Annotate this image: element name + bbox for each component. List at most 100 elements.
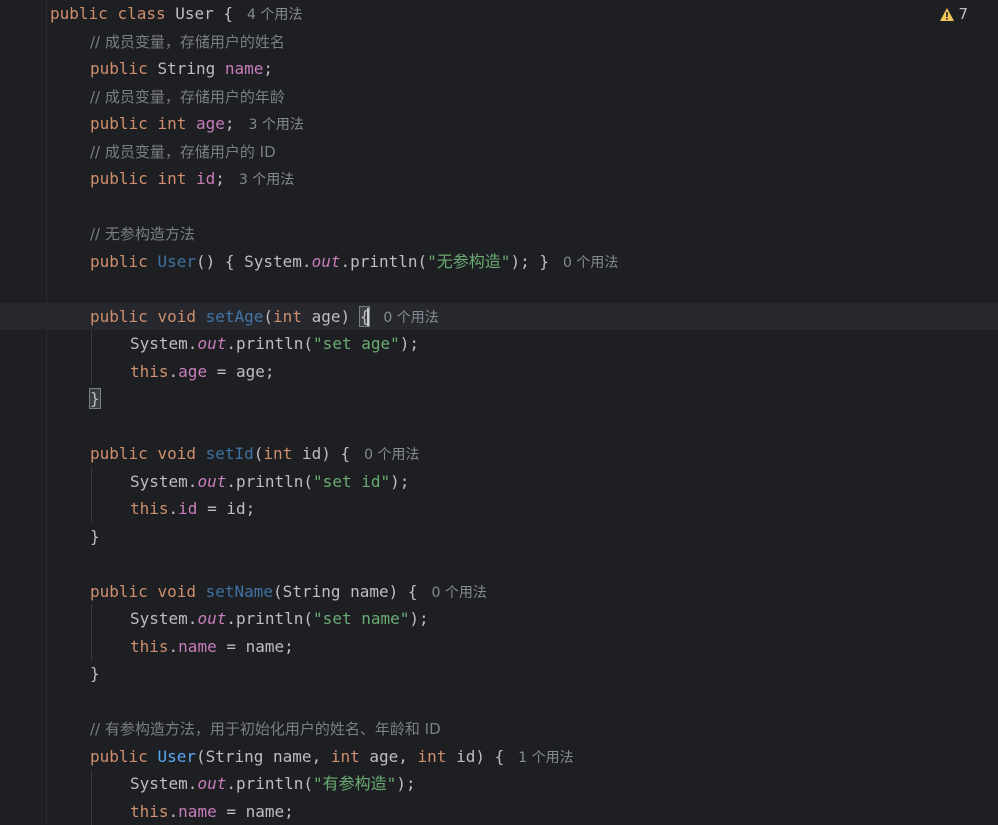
code-editor[interactable]: public class User {4 个用法 // 成员变量，存储用户的姓名 p… [0, 0, 998, 824]
code-text: // 成员变量，存储用户的姓名 [90, 28, 285, 56]
usages-hint[interactable]: 3 个用法 [239, 172, 294, 188]
usages-hint[interactable]: 0 个用法 [383, 310, 438, 326]
code-text: } [90, 385, 100, 413]
usages-hint[interactable]: 0 个用法 [364, 447, 419, 463]
code-line[interactable]: this.id = id; [0, 495, 998, 523]
code-token: User [175, 4, 223, 23]
code-line[interactable]: public User() { System.out.println("无参构造… [0, 248, 998, 276]
code-token: age [178, 362, 207, 381]
code-line[interactable]: } [0, 660, 998, 688]
code-token: . [169, 499, 179, 518]
code-token: public [50, 4, 117, 23]
code-text: // 成员变量，存储用户的 ID [90, 138, 276, 166]
code-token: int [331, 747, 370, 766]
code-line[interactable]: System.out.println("set age"); [0, 330, 998, 358]
code-line[interactable]: public int id;3 个用法 [0, 165, 998, 193]
code-text: this.name = name; [130, 633, 294, 661]
code-token: id [178, 499, 197, 518]
code-text: public User() { System.out.println("无参构造… [90, 248, 618, 276]
indent-guide [91, 468, 92, 523]
code-line[interactable]: // 成员变量，存储用户的 ID [0, 138, 998, 166]
code-line[interactable]: public void setAge(int age) {0 个用法 [0, 303, 998, 331]
code-token: "有参构造" [313, 774, 396, 793]
code-line[interactable]: } [0, 385, 998, 413]
code-token: name [178, 802, 217, 821]
code-token: age) [312, 307, 360, 326]
code-line[interactable]: public void setName(String name) {0 个用法 [0, 578, 998, 606]
code-text: System.out.println("set age"); [130, 330, 419, 358]
code-token: .println( [340, 252, 427, 271]
code-line[interactable]: public User(String name, int age, int id… [0, 743, 998, 771]
code-line[interactable]: // 成员变量，存储用户的姓名 [0, 28, 998, 56]
code-line[interactable]: this.name = name; [0, 633, 998, 661]
code-token: ; [225, 114, 235, 133]
code-line[interactable]: public class User {4 个用法 [0, 0, 998, 28]
code-token: = name; [217, 637, 294, 656]
code-text: this.age = age; [130, 358, 275, 386]
code-token: System. [130, 334, 197, 353]
code-token: int [273, 307, 312, 326]
code-token: ); [400, 334, 419, 353]
code-line[interactable]: // 成员变量，存储用户的年龄 [0, 83, 998, 111]
code-line[interactable]: System.out.println("有参构造"); [0, 770, 998, 798]
code-token: out [197, 774, 226, 793]
code-line[interactable] [0, 193, 998, 221]
code-token: public [90, 114, 157, 133]
code-text: } [90, 660, 100, 688]
code-token: this [130, 362, 169, 381]
code-token: System. [130, 609, 197, 628]
code-text: public void setId(int id) {0 个用法 [90, 440, 419, 468]
code-token: // 成员变量，存储用户的姓名 [90, 33, 285, 51]
code-token: "set age" [313, 334, 400, 353]
code-token: User [157, 747, 196, 766]
code-line[interactable]: } [0, 523, 998, 551]
code-token: public [90, 307, 157, 326]
code-token: id) { [302, 444, 350, 463]
code-token: int [157, 169, 196, 188]
code-token: out [197, 472, 226, 491]
code-token: . [169, 802, 179, 821]
code-line[interactable]: public String name; [0, 55, 998, 83]
code-token: // 无参构造方法 [90, 225, 195, 243]
usages-hint[interactable]: 3 个用法 [249, 117, 304, 133]
code-token: .println( [226, 334, 313, 353]
code-line[interactable]: this.age = age; [0, 358, 998, 386]
code-token: .println( [226, 472, 313, 491]
code-token: setName [206, 582, 273, 601]
code-text: public void setAge(int age) {0 个用法 [90, 303, 439, 331]
code-line[interactable]: System.out.println("set id"); [0, 468, 998, 496]
code-line[interactable]: // 无参构造方法 [0, 220, 998, 248]
usages-hint[interactable]: 0 个用法 [563, 255, 618, 271]
code-line[interactable]: this.name = name; [0, 798, 998, 825]
code-token: = id; [197, 499, 255, 518]
code-token: out [312, 252, 341, 271]
code-text: // 无参构造方法 [90, 220, 195, 248]
code-text: } [90, 523, 100, 551]
code-text: public String name; [90, 55, 273, 83]
code-text: public class User {4 个用法 [50, 0, 302, 28]
code-token: setId [206, 444, 254, 463]
matched-brace: } [90, 389, 100, 408]
code-line[interactable]: public void setId(int id) {0 个用法 [0, 440, 998, 468]
code-token: id) { [456, 747, 504, 766]
code-token: . [169, 362, 179, 381]
code-token: ); } [510, 252, 549, 271]
code-line[interactable] [0, 688, 998, 716]
code-token: out [197, 609, 226, 628]
usages-hint[interactable]: 1 个用法 [518, 750, 573, 766]
code-token: "set name" [313, 609, 409, 628]
code-text: System.out.println("set name"); [130, 605, 429, 633]
code-line[interactable] [0, 550, 998, 578]
code-token: // 成员变量，存储用户的年龄 [90, 88, 285, 106]
code-line[interactable]: public int age;3 个用法 [0, 110, 998, 138]
usages-hint[interactable]: 0 个用法 [432, 585, 487, 601]
code-token: .println( [226, 609, 313, 628]
code-line[interactable] [0, 275, 998, 303]
usages-hint[interactable]: 4 个用法 [247, 7, 302, 23]
code-token: public [90, 252, 157, 271]
code-token: ); [409, 609, 428, 628]
code-token: int [418, 747, 457, 766]
code-line[interactable] [0, 413, 998, 441]
code-line[interactable]: System.out.println("set name"); [0, 605, 998, 633]
code-line[interactable]: // 有参构造方法，用于初始化用户的姓名、年龄和 ID [0, 715, 998, 743]
